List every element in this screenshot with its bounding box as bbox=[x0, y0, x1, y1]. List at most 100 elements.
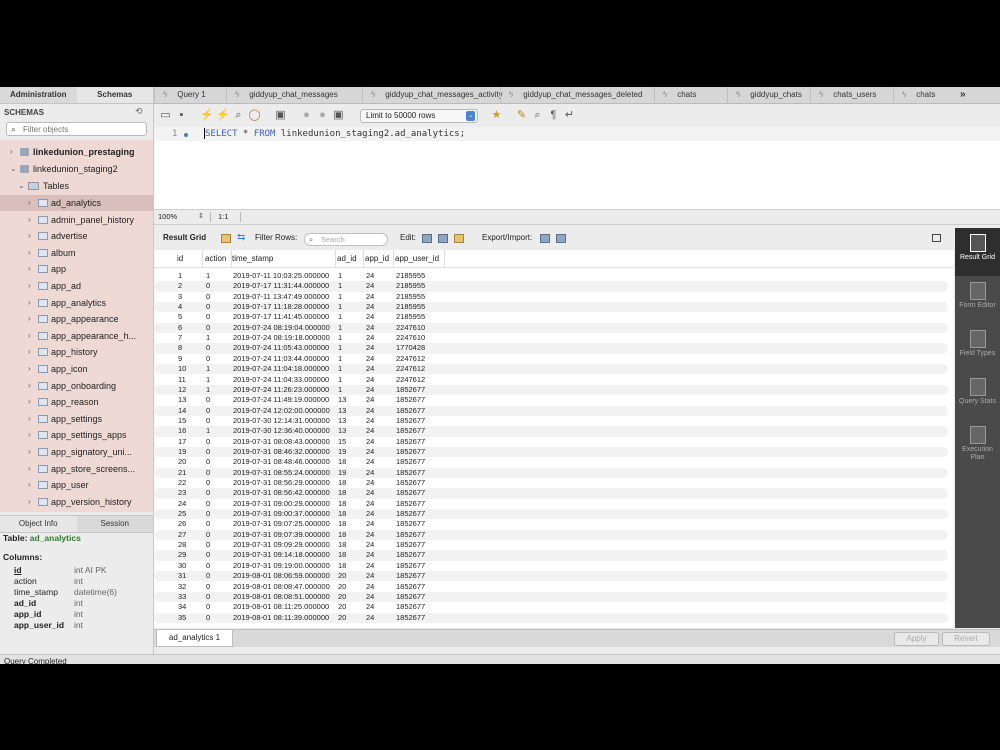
cell-id[interactable]: 19 bbox=[178, 447, 204, 457]
cell-ad-id[interactable]: 1 bbox=[338, 271, 365, 281]
cell-time-stamp[interactable]: 2019-07-17 11:18:28.000000 bbox=[233, 302, 337, 312]
cell-app-user-id[interactable]: 2247610 bbox=[396, 333, 446, 343]
cell-id[interactable]: 12 bbox=[178, 385, 204, 395]
table-row[interactable]: 30 0 2019-07-31 09:19:00.000000 18 24 1852677 bbox=[154, 561, 948, 571]
cell-time-stamp[interactable]: 2019-07-30 12:14:31.000000 bbox=[233, 416, 337, 426]
cell-time-stamp[interactable]: 2019-08-01 08:11:25.000000 bbox=[233, 602, 337, 612]
filter-objects-field[interactable]: ⌕ bbox=[6, 122, 147, 136]
chevron-right-icon[interactable]: › bbox=[28, 295, 31, 311]
cell-app-user-id[interactable]: 1852677 bbox=[396, 571, 446, 581]
execute-current-icon[interactable]: ⚡ bbox=[216, 109, 230, 122]
table-row[interactable]: 4 0 2019-07-17 11:18:28.000000 1 24 2185955 bbox=[154, 302, 948, 313]
cell-ad-id[interactable]: 20 bbox=[338, 592, 365, 602]
cell-action[interactable]: 0 bbox=[206, 312, 233, 322]
chevron-right-icon[interactable]: › bbox=[28, 278, 31, 294]
cell-app-user-id[interactable]: 1852677 bbox=[396, 395, 446, 405]
cell-time-stamp[interactable]: 2019-08-01 08:11:39.000000 bbox=[233, 613, 337, 623]
cell-time-stamp[interactable]: 2019-07-31 08:56:29.000000 bbox=[233, 478, 337, 488]
cell-app-user-id[interactable]: 1852677 bbox=[396, 509, 446, 519]
cell-time-stamp[interactable]: 2019-07-30 12:36:40.000000 bbox=[233, 426, 337, 436]
cell-action[interactable]: 1 bbox=[206, 333, 233, 343]
cell-app-user-id[interactable]: 2247610 bbox=[396, 323, 446, 333]
cell-action[interactable]: 0 bbox=[206, 540, 233, 550]
chevron-right-icon[interactable]: › bbox=[28, 378, 31, 394]
cell-ad-id[interactable]: 19 bbox=[338, 447, 365, 457]
cell-time-stamp[interactable]: 2019-07-31 09:07:39.000000 bbox=[233, 530, 337, 540]
cell-action[interactable]: 0 bbox=[206, 488, 233, 498]
table-row[interactable]: 3 0 2019-07-11 13:47:49.000000 1 24 2185955 bbox=[154, 292, 948, 302]
cell-app-user-id[interactable]: 2247612 bbox=[396, 354, 446, 364]
cell-action[interactable]: 1 bbox=[206, 364, 233, 374]
cell-id[interactable]: 16 bbox=[178, 426, 204, 436]
cell-action[interactable]: 0 bbox=[206, 613, 233, 623]
cell-app-user-id[interactable]: 1852677 bbox=[396, 385, 446, 395]
query-tab[interactable]: ϟ giddyup_chat_messages_deleted bbox=[500, 87, 654, 103]
cell-id[interactable]: 6 bbox=[178, 323, 204, 333]
query-tab[interactable]: ϟ chats_users bbox=[810, 87, 893, 103]
table-row[interactable]: 22 0 2019-07-31 08:56:29.000000 18 24 1852677 bbox=[154, 478, 948, 488]
cell-id[interactable]: 15 bbox=[178, 416, 204, 426]
table-item[interactable]: › app_user bbox=[0, 477, 153, 493]
grid-icon[interactable] bbox=[221, 234, 231, 243]
side-panel-execution-plan[interactable]: Execution Plan bbox=[955, 420, 1000, 468]
table-row[interactable]: 33 0 2019-08-01 08:08:51.000000 20 24 1852677 bbox=[154, 591, 948, 603]
cell-id[interactable]: 27 bbox=[178, 530, 204, 540]
cell-ad-id[interactable]: 1 bbox=[338, 385, 365, 395]
delete-row-icon[interactable] bbox=[454, 234, 464, 243]
cell-time-stamp[interactable]: 2019-07-31 08:08:43.000000 bbox=[233, 437, 337, 447]
cell-action[interactable]: 0 bbox=[206, 457, 233, 467]
cell-action[interactable]: 0 bbox=[206, 437, 233, 447]
edit-row-icon[interactable] bbox=[422, 234, 432, 243]
cell-app-user-id[interactable]: 2247612 bbox=[396, 364, 446, 374]
cell-ad-id[interactable]: 1 bbox=[338, 354, 365, 364]
table-row[interactable]: 10 1 2019-07-24 11:04:18.000000 1 24 2247612 bbox=[154, 364, 948, 375]
cell-app-user-id[interactable]: 1852677 bbox=[396, 540, 446, 550]
table-row[interactable]: 9 0 2019-07-24 11:03:44.000000 1 24 2247612 bbox=[154, 354, 948, 364]
column-header[interactable]: ad_id bbox=[335, 250, 364, 267]
cell-id[interactable]: 2 bbox=[178, 281, 204, 291]
cell-time-stamp[interactable]: 2019-07-31 09:19:00.000000 bbox=[233, 561, 337, 571]
table-item[interactable]: › admin_panel_history bbox=[0, 212, 153, 228]
cell-app-id[interactable]: 24 bbox=[366, 488, 395, 498]
cell-app-user-id[interactable]: 1852677 bbox=[396, 416, 446, 426]
cell-app-id[interactable]: 24 bbox=[366, 550, 395, 560]
explain-icon[interactable]: ⌕ bbox=[232, 109, 245, 122]
cell-app-id[interactable]: 24 bbox=[366, 530, 395, 540]
limit-rows-select[interactable]: Limit to 50000 rows ⌄ bbox=[360, 109, 478, 123]
table-row[interactable]: 15 0 2019-07-30 12:14:31.000000 13 24 1852677 bbox=[154, 416, 948, 426]
cell-app-user-id[interactable]: 1852677 bbox=[396, 592, 446, 602]
export-icon[interactable] bbox=[540, 234, 550, 243]
cell-action[interactable]: 0 bbox=[206, 478, 233, 488]
cell-app-user-id[interactable]: 1852677 bbox=[396, 406, 446, 416]
cell-id[interactable]: 10 bbox=[178, 364, 204, 374]
chevron-right-icon[interactable]: › bbox=[28, 477, 31, 493]
cell-ad-id[interactable]: 18 bbox=[338, 519, 365, 529]
cell-id[interactable]: 4 bbox=[178, 302, 204, 312]
cell-app-id[interactable]: 24 bbox=[366, 385, 395, 395]
cell-action[interactable]: 0 bbox=[206, 302, 233, 312]
cell-id[interactable]: 3 bbox=[178, 292, 204, 302]
cell-time-stamp[interactable]: 2019-07-31 09:14:18.000000 bbox=[233, 550, 337, 560]
table-row[interactable]: 19 0 2019-07-31 08:46:32.000000 19 24 1852677 bbox=[154, 446, 948, 458]
table-row[interactable]: 32 0 2019-08-01 08:08:47.000000 20 24 1852677 bbox=[154, 582, 948, 592]
cell-time-stamp[interactable]: 2019-07-31 09:09:29.000000 bbox=[233, 540, 337, 550]
revert-button[interactable]: Revert bbox=[942, 632, 990, 646]
cell-id[interactable]: 24 bbox=[178, 499, 204, 509]
cell-id[interactable]: 17 bbox=[178, 437, 204, 447]
chevron-right-icon[interactable]: › bbox=[10, 144, 13, 160]
cell-time-stamp[interactable]: 2019-07-24 11:04:18.000000 bbox=[233, 364, 337, 374]
chevron-right-icon[interactable]: › bbox=[28, 427, 31, 443]
table-item[interactable]: › album bbox=[0, 245, 153, 261]
side-panel-field-types[interactable]: Field Types bbox=[955, 324, 1000, 372]
cell-id[interactable]: 32 bbox=[178, 582, 204, 592]
cell-ad-id[interactable]: 18 bbox=[338, 478, 365, 488]
cell-id[interactable]: 25 bbox=[178, 509, 204, 519]
cell-time-stamp[interactable]: 2019-08-01 08:06:59.000000 bbox=[233, 571, 337, 581]
cell-action[interactable]: 0 bbox=[206, 292, 233, 302]
cell-id[interactable]: 13 bbox=[178, 395, 204, 405]
cell-app-id[interactable]: 24 bbox=[366, 561, 395, 571]
cell-time-stamp[interactable]: 2019-07-31 08:55:24.000000 bbox=[233, 468, 337, 478]
cell-app-id[interactable]: 24 bbox=[366, 602, 395, 612]
table-row[interactable]: 27 0 2019-07-31 09:07:39.000000 18 24 1852677 bbox=[154, 529, 948, 541]
cell-app-user-id[interactable]: 2185955 bbox=[396, 292, 446, 302]
